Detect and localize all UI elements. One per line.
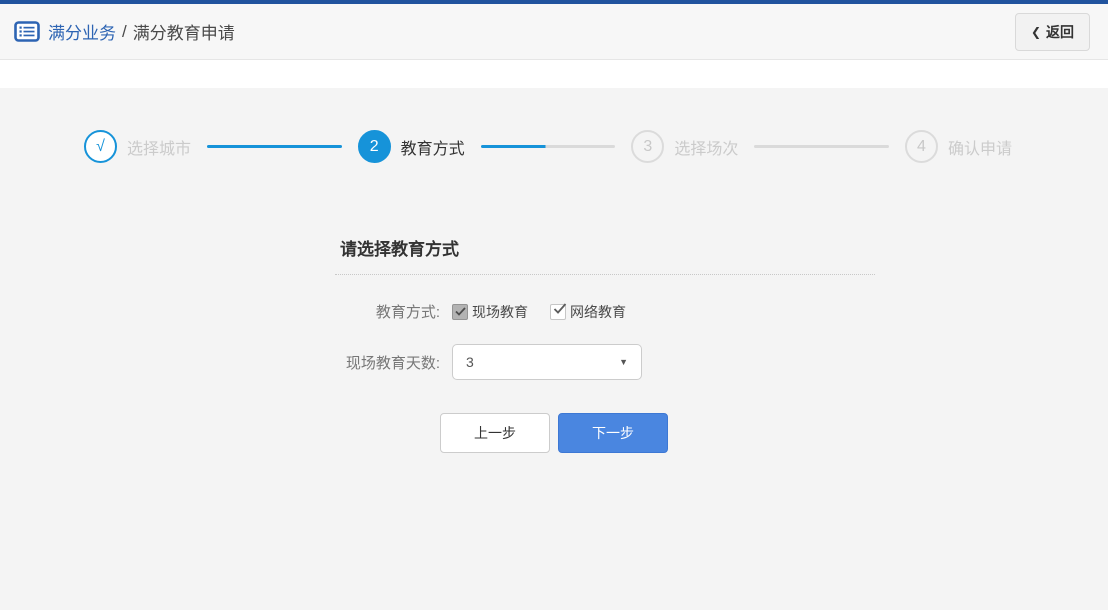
page: 满分业务 / 满分教育申请 ❮ 返回 √ 选择城市 2 教育方式 3 选择场次 [0,0,1108,614]
education-mode-form: 请选择教育方式 教育方式: 现场教育 网络教育 现场教育天数: 3 ▼ [300,235,880,380]
main-panel: √ 选择城市 2 教育方式 3 选择场次 4 确认申请 请选择教育方式 教育方式… [0,88,1108,610]
checkbox-onsite-label: 现场教育 [472,303,528,320]
previous-step-button[interactable]: 上一步 [440,413,550,453]
breadcrumb-primary[interactable]: 满分业务 [48,19,116,44]
stepper-connector-3 [754,145,889,148]
education-mode-row: 教育方式: 现场教育 网络教育 [300,301,880,322]
education-mode-options: 现场教育 网络教育 [452,302,626,322]
onsite-days-value: 3 [466,354,474,370]
step-label-2: 教育方式 [400,140,465,158]
onsite-days-row: 现场教育天数: 3 ▼ [300,344,880,380]
checkbox-option-online[interactable]: 网络教育 [550,302,626,322]
stepper-step-confirm: 4 确认申请 [904,130,1012,163]
header-gap [0,60,1108,88]
step-circle-4: 4 [904,130,938,163]
chevron-left-icon: ❮ [1030,24,1041,39]
caret-down-icon: ▼ [619,357,628,367]
form-title: 请选择教育方式 [340,240,459,259]
stepper-step-select-city: √ 选择城市 [84,130,191,163]
stepper-connector-1 [207,145,342,148]
education-mode-label: 教育方式: [375,304,440,321]
breadcrumb-separator: / [122,21,127,41]
stepper-step-select-session: 3 选择场次 [631,130,738,163]
step-label-4: 确认申请 [947,140,1012,158]
stepper: √ 选择城市 2 教育方式 3 选择场次 4 确认申请 [0,88,1108,163]
stepper-step-education-mode: 2 教育方式 [357,130,465,163]
step-label-3: 选择场次 [674,140,739,158]
form-actions: 上一步 下一步 [0,413,1108,453]
onsite-days-select[interactable]: 3 ▼ [452,344,642,380]
breadcrumb-secondary: 满分教育申请 [132,24,235,43]
back-button[interactable]: ❮ 返回 [1014,12,1090,51]
header: 满分业务 / 满分教育申请 ❮ 返回 [0,4,1108,60]
checkbox-online-label: 网络教育 [570,303,626,320]
checkbox-option-onsite[interactable]: 现场教育 [452,302,528,322]
check-icon [454,307,466,316]
check-icon [553,303,567,314]
step-circle-3: 3 [631,130,665,163]
onsite-days-label: 现场教育天数: [345,354,440,372]
back-button-label: 返回 [1046,23,1074,40]
checkbox-online[interactable] [550,303,567,320]
breadcrumb: 满分业务 / 满分教育申请 [14,19,235,44]
step-label-1: 选择城市 [127,140,192,158]
step-circle-1: √ [84,130,117,163]
list-icon [14,21,40,42]
checkbox-onsite[interactable] [452,303,468,320]
next-step-button[interactable]: 下一步 [558,413,668,453]
bottom-strip [0,610,1108,614]
dotted-divider [335,274,875,275]
step-circle-2: 2 [357,130,391,163]
stepper-connector-2 [480,145,616,148]
